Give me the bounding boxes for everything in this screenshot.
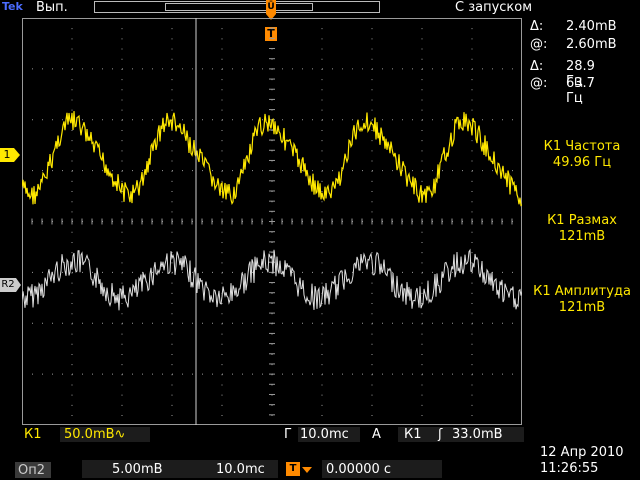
graticule-grid bbox=[22, 18, 522, 425]
trigger-position-icon: Ū bbox=[266, 0, 276, 14]
record-view-window bbox=[165, 3, 313, 11]
horizontal-position-icon: T bbox=[286, 462, 300, 476]
cursor-freq-at: @: 63.7 Гц bbox=[530, 76, 595, 106]
cursor-freq-delta: Δ: 28.9 Гц bbox=[530, 59, 595, 89]
measurement-frequency: К1 Частота 49.96 Гц bbox=[543, 139, 621, 170]
acquisition-state: Вып. bbox=[36, 0, 68, 15]
ch1-vertical-scale: 50.0mB∿ bbox=[64, 427, 126, 442]
trigger-label: А bbox=[372, 427, 381, 442]
time-display: 11:26:55 bbox=[540, 461, 599, 476]
ch1-ground-marker: 1 bbox=[0, 148, 14, 162]
horizontal-label: Г bbox=[284, 427, 292, 442]
cursor-amp-delta: Δ: 2.40mB bbox=[530, 19, 617, 34]
trigger-source: К1 bbox=[404, 427, 422, 442]
ref2-label: Оп2 bbox=[18, 463, 46, 478]
ref2-vertical-scale: 5.00mB bbox=[112, 462, 163, 477]
trigger-slope-icon: ʃ bbox=[438, 427, 443, 442]
horizontal-scale: 10.0mc bbox=[300, 427, 349, 442]
record-length-bar bbox=[94, 1, 380, 13]
date-display: 12 Апр 2010 bbox=[540, 445, 624, 460]
cursor-amp-at: @: 2.60mB bbox=[530, 37, 617, 52]
tek-logo: Tek bbox=[2, 0, 23, 13]
measurement-amplitude: К1 Амплитуда 121mB bbox=[533, 284, 631, 315]
ref2-waveform bbox=[22, 248, 522, 311]
ch1-marker-arrow-icon bbox=[14, 148, 20, 162]
horizontal-position: 0.00000 с bbox=[326, 462, 392, 477]
measurement-peak-to-peak: К1 Размах 121mB bbox=[547, 213, 617, 244]
ref2-marker-arrow-icon bbox=[16, 278, 21, 292]
trigger-level: 33.0mB bbox=[452, 427, 503, 442]
ch1-label: К1 bbox=[24, 427, 42, 442]
waveform-display bbox=[22, 18, 522, 425]
trigger-status: С запуском bbox=[455, 0, 533, 15]
ref2-time-scale: 10.0mc bbox=[216, 462, 265, 477]
ref2-ground-marker: R2 bbox=[0, 278, 16, 292]
horizontal-position-arrow-icon bbox=[302, 467, 312, 473]
